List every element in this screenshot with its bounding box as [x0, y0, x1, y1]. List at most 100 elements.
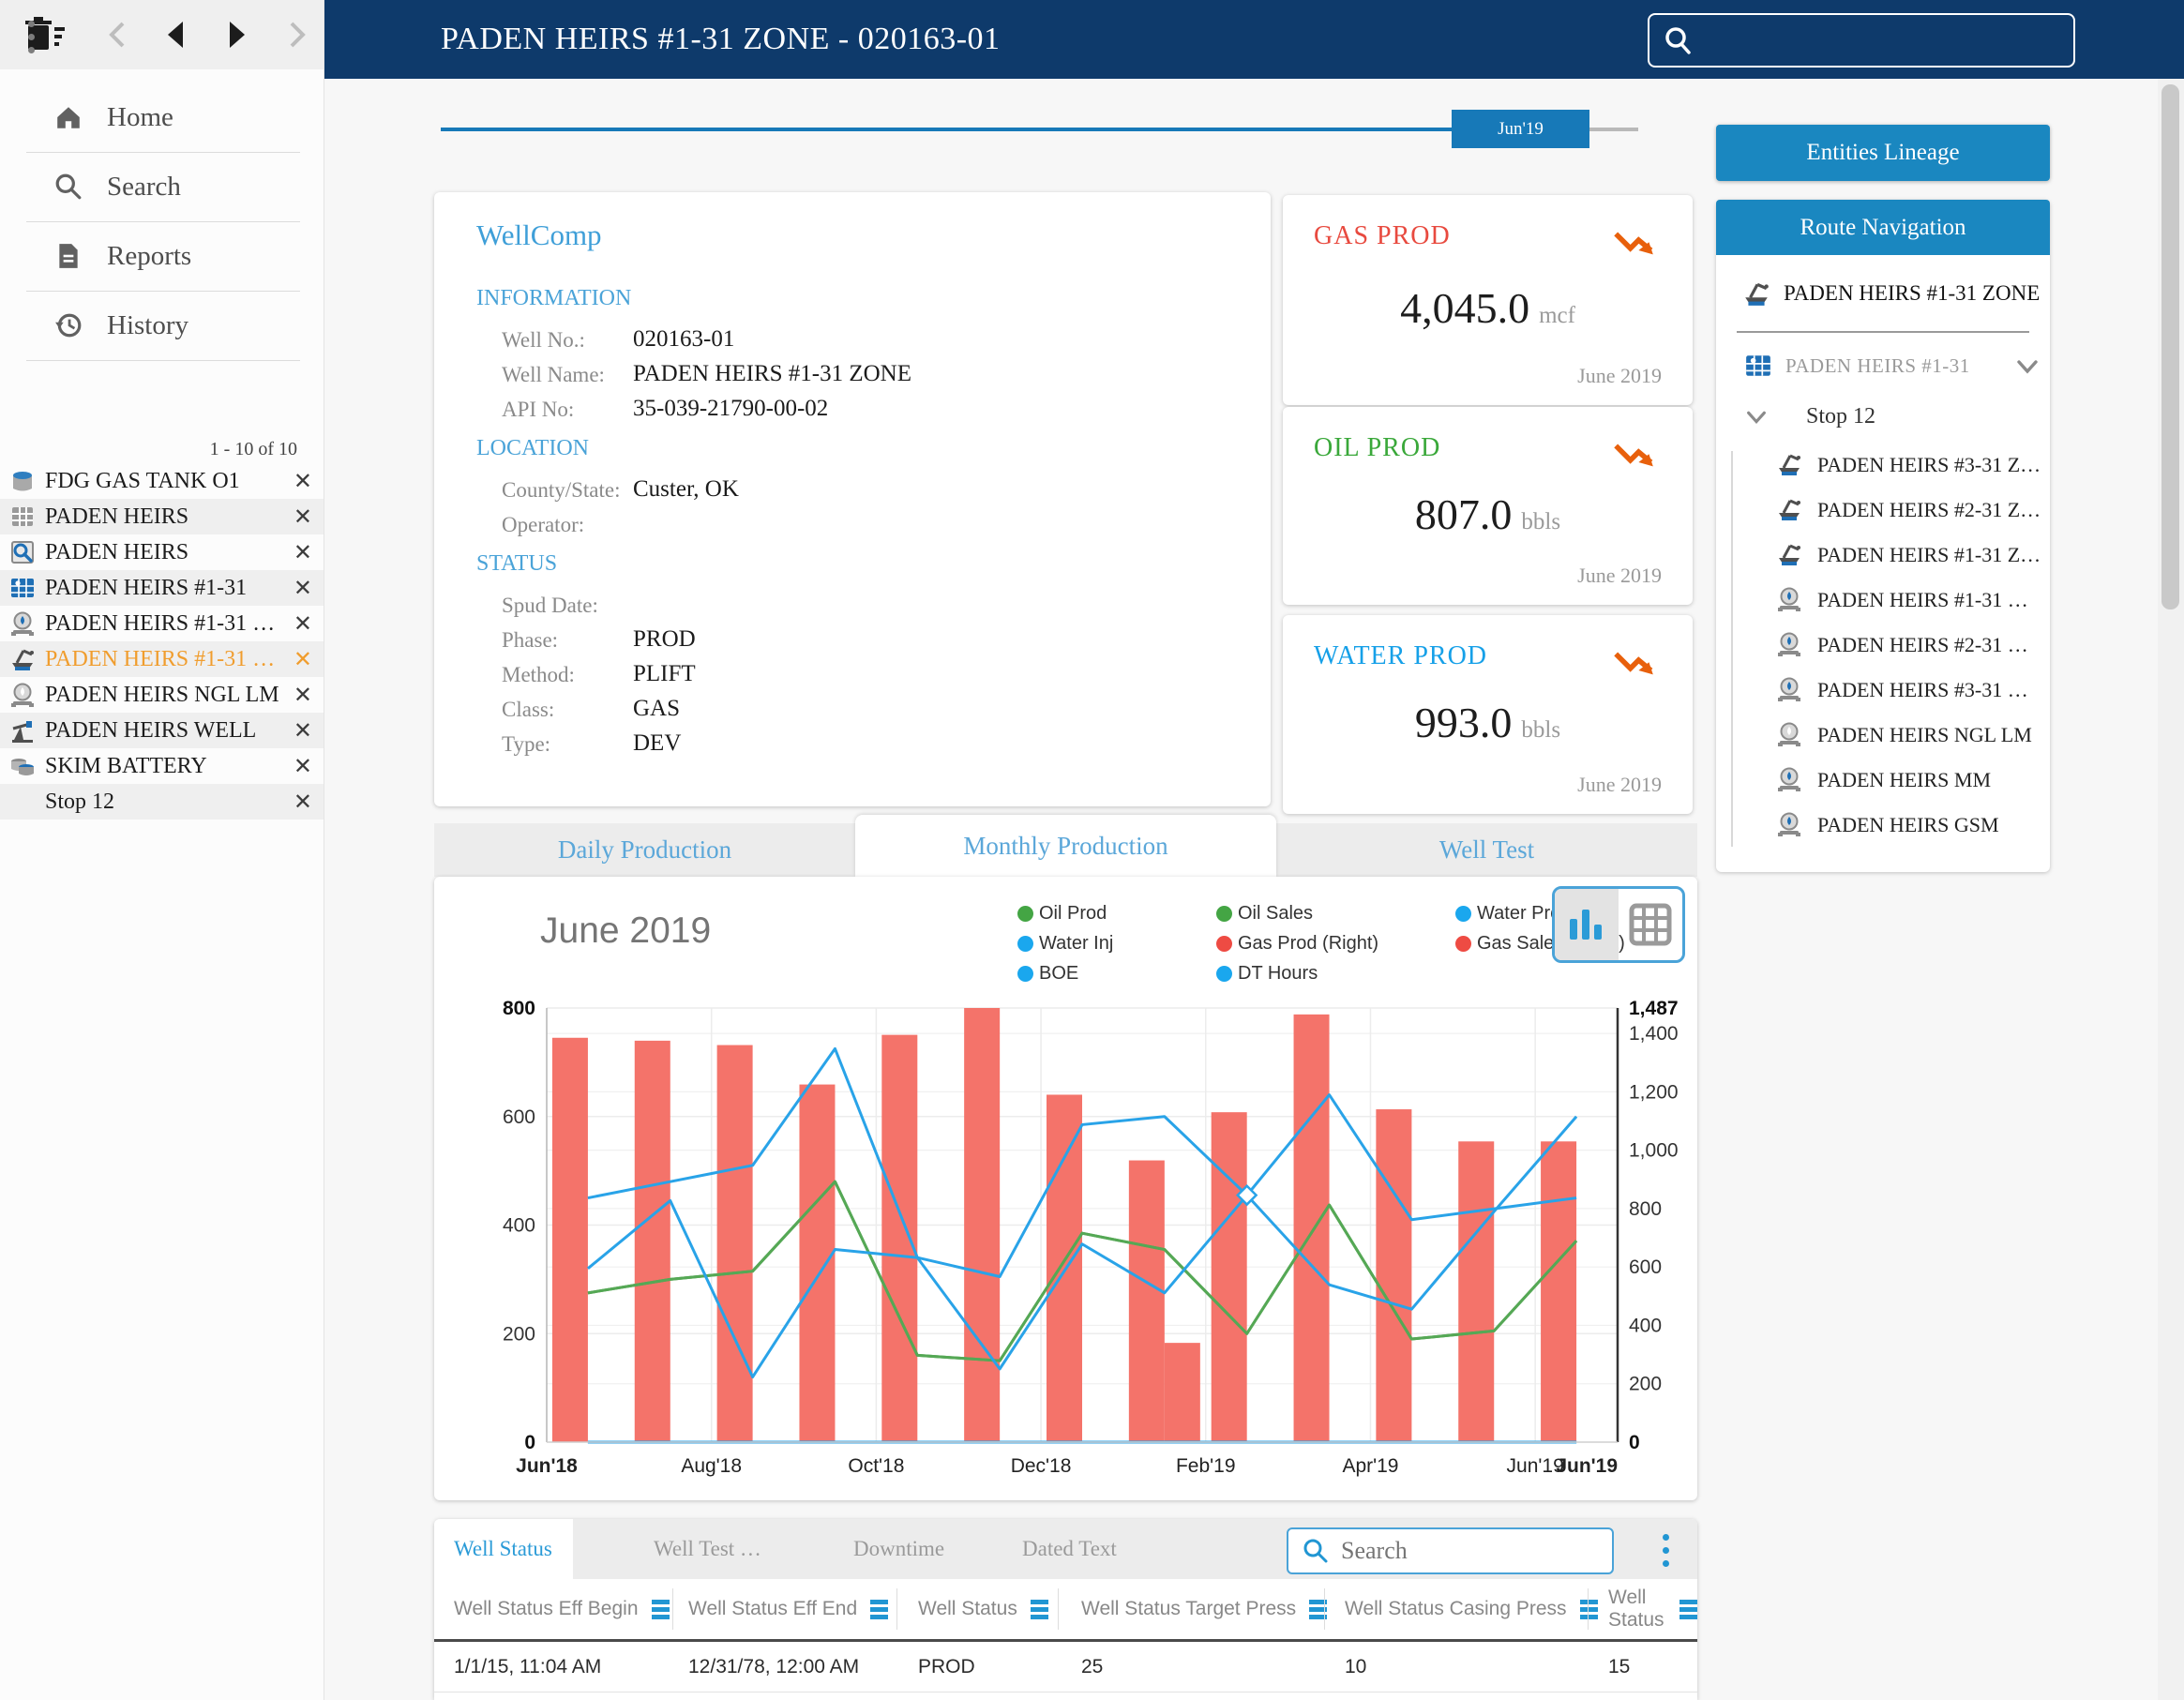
table-row[interactable]: 1/1/15, 11:04 AM12/31/78, 12:00 AMPROD25… — [434, 1642, 1697, 1692]
entity-list-item[interactable]: PADEN HEIRS✕ — [0, 499, 324, 534]
close-icon[interactable]: ✕ — [294, 717, 312, 744]
close-icon[interactable]: ✕ — [294, 575, 312, 601]
entity-list-item[interactable]: PADEN HEIRS NGL LM✕ — [0, 677, 324, 713]
bar-gas-prod-right-[interactable] — [881, 1035, 917, 1442]
table-view-button[interactable] — [1619, 889, 1682, 960]
gauge-flame-icon — [1776, 676, 1804, 704]
header-search-input[interactable] — [1706, 25, 2047, 55]
page-first-icon[interactable] — [105, 19, 129, 51]
sidebar-item-history[interactable]: History — [0, 291, 324, 360]
sidebar-item-label: Search — [107, 172, 181, 203]
sidebar-item-home[interactable]: Home — [0, 83, 324, 152]
sidebar-menu-kebab-icon[interactable] — [28, 21, 36, 53]
close-icon[interactable]: ✕ — [294, 610, 312, 637]
bar-gas-prod-right-[interactable] — [799, 1085, 835, 1442]
timeline-track[interactable] — [441, 128, 1452, 131]
page-prev-icon[interactable] — [163, 19, 188, 51]
route-child[interactable]: PADEN HEIRS #3-31 … — [1776, 676, 2028, 704]
entities-lineage-button[interactable]: Entities Lineage — [1716, 125, 2050, 181]
bar-gas-prod-right-[interactable] — [552, 1038, 588, 1442]
column-menu-icon[interactable] — [870, 1600, 888, 1619]
column-header[interactable]: Well Status Eff End — [688, 1579, 888, 1639]
page-last-icon[interactable] — [285, 19, 309, 51]
legend-item[interactable]: Water Inj — [1017, 933, 1216, 955]
route-child[interactable]: PADEN HEIRS NGL LM — [1776, 721, 2032, 749]
tab-monthly-production[interactable]: Monthly Production — [855, 815, 1276, 877]
column-menu-icon[interactable] — [1031, 1600, 1048, 1619]
column-header[interactable]: Well Status Casing Press — [1345, 1579, 1598, 1639]
bar-gas-prod-right-[interactable] — [964, 1008, 1000, 1442]
bar-gas-sales-right-[interactable] — [1165, 1343, 1200, 1442]
legend-item[interactable]: Oil Sales — [1216, 903, 1455, 925]
column-header[interactable]: Well Status Eff Begin — [454, 1579, 670, 1639]
close-icon[interactable]: ✕ — [294, 468, 312, 494]
close-icon[interactable]: ✕ — [294, 682, 312, 708]
table-options-kebab-icon[interactable] — [1663, 1534, 1670, 1567]
tab-well-test-[interactable]: Well Test … — [633, 1519, 782, 1579]
entity-list-item[interactable]: PADEN HEIRS✕ — [0, 534, 324, 570]
close-icon[interactable]: ✕ — [294, 789, 312, 815]
svg-text:600: 600 — [1629, 1256, 1662, 1278]
column-menu-icon[interactable] — [652, 1600, 670, 1619]
sidebar-item-search[interactable]: Search — [0, 152, 324, 221]
bar-gas-prod-right-[interactable] — [1541, 1141, 1576, 1442]
tab-well-test[interactable]: Well Test — [1276, 823, 1697, 877]
route-child[interactable]: PADEN HEIRS MM — [1776, 766, 1991, 794]
route-stop[interactable]: Stop 12 — [1744, 404, 1875, 429]
bar-gas-prod-right-[interactable] — [1376, 1109, 1411, 1442]
page-next-icon[interactable] — [225, 19, 249, 51]
bar-gas-prod-right-[interactable] — [635, 1041, 670, 1442]
route-child[interactable]: PADEN HEIRS #3-31 Z… — [1776, 451, 2041, 479]
field-value: PLIFT — [633, 661, 696, 687]
scrollbar-thumb[interactable] — [2161, 84, 2179, 609]
route-child[interactable]: PADEN HEIRS #1-31 Z… — [1776, 541, 2041, 569]
entity-list-item[interactable]: PADEN HEIRS #1-31 ZO…✕ — [0, 641, 324, 677]
close-icon[interactable]: ✕ — [294, 504, 312, 530]
entity-list-item[interactable]: PADEN HEIRS #1-31✕ — [0, 570, 324, 606]
bar-gas-prod-right-[interactable] — [717, 1046, 753, 1442]
tab-dated-text[interactable]: Dated Text — [1002, 1519, 1137, 1579]
close-icon[interactable]: ✕ — [294, 646, 312, 672]
entity-list-item[interactable]: PADEN HEIRS WELL ✕ — [0, 713, 324, 748]
entity-list-item[interactable]: SKIM BATTERY✕ — [0, 748, 324, 784]
legend-item[interactable]: Oil Prod — [1017, 903, 1216, 925]
header-search-box[interactable] — [1648, 13, 2075, 68]
bar-gas-prod-right-[interactable] — [1458, 1141, 1494, 1442]
route-child[interactable]: PADEN HEIRS #1-31 … — [1776, 586, 2028, 614]
column-header[interactable]: Well Status — [1608, 1579, 1697, 1639]
route-child[interactable]: PADEN HEIRS #2-31 … — [1776, 631, 2028, 659]
bottom-search-box[interactable] — [1287, 1527, 1614, 1574]
column-menu-icon[interactable] — [1580, 1600, 1598, 1619]
route-parent[interactable]: PADEN HEIRS #1-31 — [1744, 352, 1970, 380]
column-header[interactable]: Well Status — [918, 1579, 1048, 1639]
bar-chart-view-button[interactable] — [1555, 889, 1619, 960]
route-root[interactable]: PADEN HEIRS #1-31 ZONE — [1742, 279, 2040, 308]
bottom-search-input[interactable] — [1339, 1536, 1596, 1566]
chevron-down-icon[interactable] — [2014, 354, 2041, 380]
tab-well-status[interactable]: Well Status — [434, 1519, 573, 1579]
bar-gas-prod-right-[interactable] — [1294, 1015, 1330, 1442]
field-label: Phase: — [502, 628, 558, 653]
column-menu-icon[interactable] — [1679, 1600, 1697, 1619]
production-chart[interactable]: 020040060080002004006008001,0001,2001,40… — [434, 975, 1697, 1500]
legend-item[interactable]: Gas Prod (Right) — [1216, 933, 1455, 955]
map-icon — [9, 575, 36, 601]
route-child[interactable]: PADEN HEIRS GSM — [1776, 811, 1999, 839]
entity-list-item[interactable]: Stop 12✕ — [0, 784, 324, 820]
tab-daily-production[interactable]: Daily Production — [434, 823, 855, 877]
chevron-down-icon[interactable] — [1744, 405, 1769, 429]
bar-gas-prod-right-[interactable] — [1047, 1094, 1082, 1442]
close-icon[interactable]: ✕ — [294, 539, 312, 565]
column-header[interactable]: Well Status Target Press — [1081, 1579, 1327, 1639]
bar-gas-prod-right-[interactable] — [1129, 1161, 1165, 1442]
route-child[interactable]: PADEN HEIRS #2-31 Z… — [1776, 496, 2041, 524]
timeline-current-chip[interactable]: Jun'19 — [1452, 110, 1589, 148]
entity-label: PADEN HEIRS WELL — [45, 718, 281, 744]
close-icon[interactable]: ✕ — [294, 753, 312, 779]
entity-list-item[interactable]: FDG GAS TANK O1✕ — [0, 463, 324, 499]
sidebar-item-reports[interactable]: Reports — [0, 221, 324, 291]
bar-gas-prod-right-[interactable] — [1212, 1112, 1247, 1442]
kpi-card-oil-prod: OIL PROD807.0bblsJune 2019 — [1283, 407, 1693, 605]
tab-downtime[interactable]: Downtime — [833, 1519, 965, 1579]
entity-list-item[interactable]: PADEN HEIRS #1-31 CH…✕ — [0, 606, 324, 641]
